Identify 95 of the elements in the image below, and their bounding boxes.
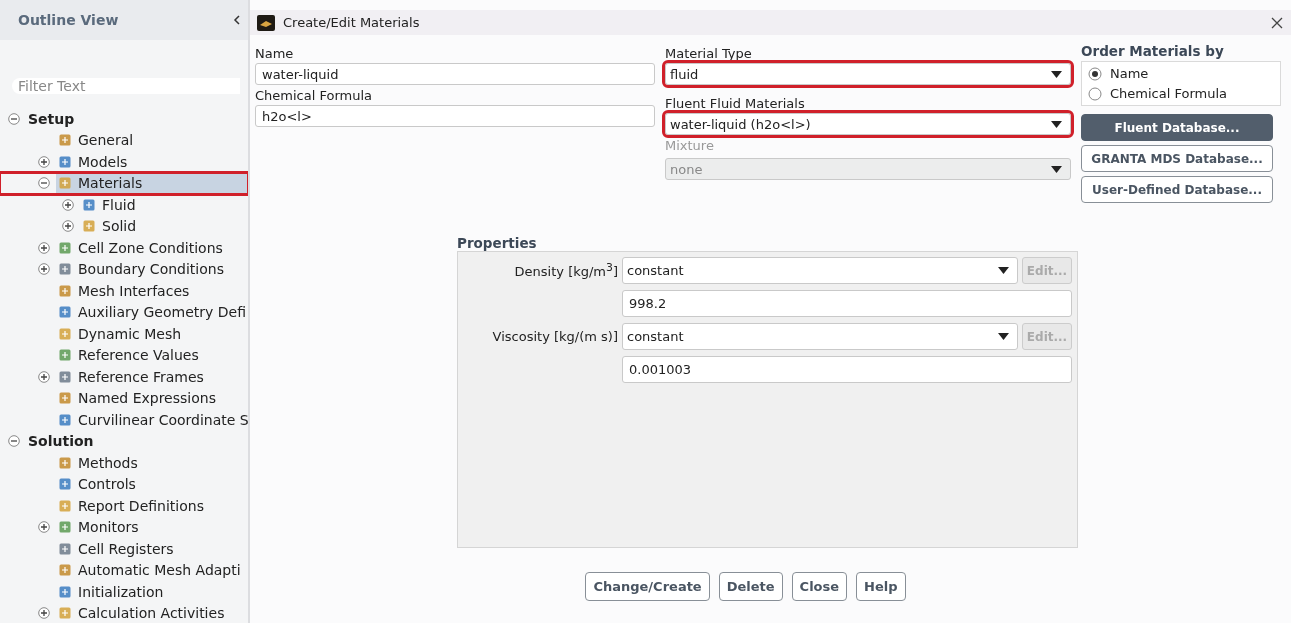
caret-icon [998, 333, 1009, 340]
collapse-icon[interactable] [38, 177, 50, 190]
tree-item[interactable]: Initialization [56, 581, 248, 603]
tree-item-icon [58, 477, 72, 492]
database-button[interactable]: User-Defined Database... [1081, 176, 1273, 203]
action-button[interactable]: Close [791, 572, 848, 601]
tree-item[interactable]: Auxiliary Geometry Defi [56, 301, 248, 323]
tree-item-icon [58, 348, 72, 363]
tree-item-icon [82, 197, 96, 212]
dialog-title: Create/Edit Materials [283, 15, 421, 30]
expand-icon[interactable] [62, 220, 74, 233]
tree-item-icon [58, 455, 72, 470]
tree-item-icon [58, 240, 72, 255]
field-label: Material Type [665, 45, 753, 63]
tree-item-icon [58, 541, 72, 556]
caret-icon [998, 267, 1009, 274]
tree-item-icon [58, 283, 72, 298]
property-label: Viscosity [kg/(m s)] [491, 329, 618, 344]
method-dropdown[interactable]: constant [622, 323, 1018, 350]
material-type-dropdown[interactable]: fluid [665, 63, 1071, 85]
property-label: Density [kg/m$^{3}$] [513, 261, 618, 280]
expand-icon[interactable] [38, 155, 50, 168]
tree-item[interactable]: Fluid [80, 194, 248, 216]
radio-icon[interactable] [1088, 86, 1102, 101]
field-label: Chemical Formula [255, 87, 373, 105]
tree-item-icon [58, 520, 72, 535]
tree-item-icon [58, 176, 72, 191]
panel-title: Outline View [18, 12, 119, 28]
tree-item-icon [58, 133, 72, 148]
action-button[interactable]: Change/Create [585, 572, 710, 601]
expand-icon[interactable] [38, 263, 50, 276]
field-label: Fluent Fluid Materials [665, 95, 806, 113]
tree-item[interactable]: Boundary Conditions [56, 258, 248, 280]
field-label: Name [255, 45, 295, 63]
app-logo-icon [257, 14, 275, 31]
tree-item-icon [58, 584, 72, 599]
tree-item-icon [58, 326, 72, 341]
tree-item[interactable]: Dynamic Mesh [56, 323, 248, 345]
action-button[interactable]: Help [856, 572, 906, 601]
tree-item[interactable]: Curvilinear Coordinate S [56, 409, 248, 431]
expand-icon[interactable] [38, 370, 50, 383]
tree-item[interactable]: Cell Zone Conditions [56, 237, 248, 259]
formula-field[interactable]: h2o<l> [255, 105, 655, 127]
tree-item-icon [58, 305, 72, 320]
database-button[interactable]: GRANTA MDS Database... [1081, 145, 1273, 172]
radio-option[interactable]: Name [1088, 66, 1274, 81]
tree-item[interactable]: Materials [56, 172, 248, 194]
expand-icon[interactable] [62, 198, 74, 211]
field-label: Mixture [665, 137, 715, 155]
collapse-icon[interactable] [8, 112, 20, 125]
radio-option[interactable]: Chemical Formula [1088, 86, 1274, 101]
tree-item[interactable]: Solid [80, 215, 248, 237]
tree-item-icon [58, 563, 72, 578]
caret-icon [1051, 165, 1062, 173]
tree-item-icon [58, 412, 72, 427]
tree-item[interactable]: Named Expressions [56, 387, 248, 409]
value-field[interactable]: 998.2 [622, 290, 1072, 317]
tree-item[interactable]: Monitors [56, 516, 248, 538]
tree-item[interactable]: Reference Frames [56, 366, 248, 388]
close-icon[interactable] [1271, 16, 1283, 29]
tree-item[interactable]: Mesh Interfaces [56, 280, 248, 302]
tree-item[interactable]: Automatic Mesh Adapti [56, 559, 248, 581]
tree-item[interactable]: Controls [56, 473, 248, 495]
tree-item[interactable]: Report Definitions [56, 495, 248, 517]
tree-item[interactable]: Cell Registers [56, 538, 248, 560]
value-field[interactable]: 0.001003 [622, 356, 1072, 383]
radio-icon[interactable] [1088, 66, 1102, 81]
tree-item-icon [58, 262, 72, 277]
caret-icon [1051, 70, 1062, 78]
tree-item[interactable]: Setup [26, 108, 248, 130]
action-button[interactable]: Delete [718, 572, 783, 601]
tree-item[interactable]: General [56, 129, 248, 151]
filter-field[interactable]: Filter Text [12, 78, 240, 94]
name-field[interactable]: water-liquid [255, 63, 655, 85]
tree-item-icon [82, 219, 96, 234]
tree-item-icon [58, 154, 72, 169]
tree-item-icon [58, 498, 72, 513]
chevron-left-icon[interactable] [233, 15, 240, 25]
group-title: Order Materials by [1081, 43, 1225, 59]
expand-icon[interactable] [38, 241, 50, 254]
tree-item-icon [58, 391, 72, 406]
tree-item-icon [58, 369, 72, 384]
tree-item[interactable]: Solution [26, 430, 248, 452]
method-dropdown[interactable]: constant [622, 257, 1018, 284]
expand-icon[interactable] [38, 521, 50, 534]
tree-item[interactable]: Models [56, 151, 248, 173]
tree-item[interactable]: Methods [56, 452, 248, 474]
caret-icon [1051, 120, 1062, 128]
database-button[interactable]: Fluent Database... [1081, 114, 1273, 141]
expand-icon[interactable] [38, 607, 50, 620]
materials-dropdown[interactable]: water-liquid (h2o<l>) [665, 113, 1071, 135]
tree-item[interactable]: Calculation Activities [56, 602, 248, 623]
section-title: Properties [457, 235, 538, 251]
collapse-icon[interactable] [8, 435, 20, 448]
tree-item[interactable]: Reference Values [56, 344, 248, 366]
